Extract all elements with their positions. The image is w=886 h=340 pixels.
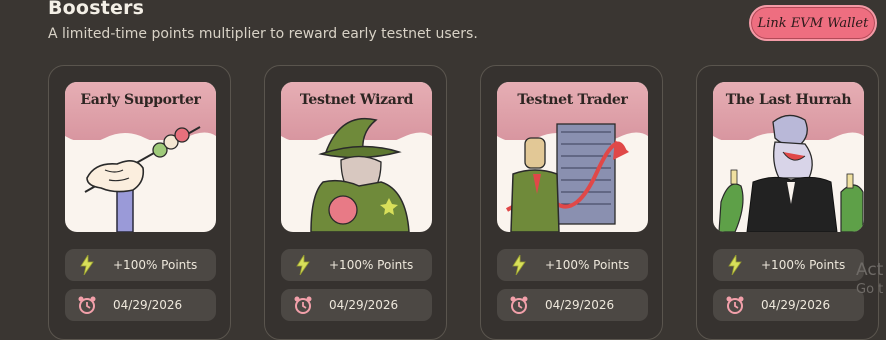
booster-art-the-last-hurrah: The Last Hurrah [713,82,864,232]
booster-expiry: 04/29/2026 [497,289,648,321]
booster-bonus: +100% Points [497,249,648,281]
booster-bonus: +100% Points [65,249,216,281]
bolt-icon [509,255,529,275]
booster-art-early-supporter: Early Supporter [65,82,216,232]
booster-expiry: 04/29/2026 [65,289,216,321]
page-title: Boosters [48,0,145,19]
bolt-icon [77,255,97,275]
link-evm-wallet-button[interactable]: Link EVM Wallet [749,5,877,41]
page-subtitle: A limited-time points multiplier to rewa… [48,26,478,42]
alarm-clock-icon [509,295,529,315]
skewer-hand-illustration [84,126,201,232]
booster-art-testnet-wizard: Testnet Wizard [281,82,432,232]
bolt-icon [725,255,745,275]
trader-illustration [505,123,629,232]
booster-card-testnet-trader[interactable]: Testnet Trader +100% Points 04/29/2026 [480,65,663,340]
booster-card-the-last-hurrah[interactable]: The Last Hurrah +100% Points 04/29/2026 [696,65,879,340]
booster-expiry: 04/29/2026 [281,289,432,321]
booster-card-testnet-wizard[interactable]: Testnet Wizard +100% Points 04/29/2026 [264,65,447,340]
booster-expiry: 04/29/2026 [713,289,864,321]
bolt-icon [293,255,313,275]
booster-art-testnet-trader: Testnet Trader [497,82,648,232]
alarm-clock-icon [77,295,97,315]
booster-bonus: +100% Points [713,249,864,281]
booster-card-early-supporter[interactable]: Early Supporter +100% Points 04/29/2026 [48,65,231,340]
party-illustration [718,114,864,232]
wizard-illustration [310,118,410,232]
activate-windows-watermark: Act Go t [856,260,884,297]
alarm-clock-icon [293,295,313,315]
booster-bonus: +100% Points [281,249,432,281]
alarm-clock-icon [725,295,745,315]
